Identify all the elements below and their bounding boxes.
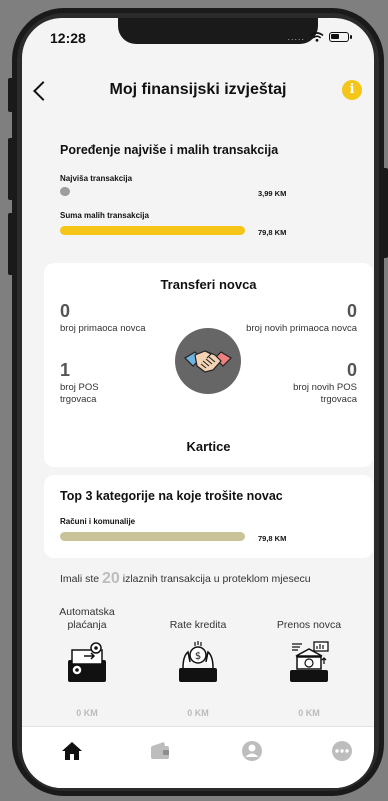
status-icons: ..... xyxy=(287,32,352,42)
new-pos-label: broj novih POS trgovaca xyxy=(293,382,357,405)
transfers-title: Transferi novca xyxy=(160,277,257,292)
wifi-icon xyxy=(310,32,324,42)
signal-dots: ..... xyxy=(287,32,305,42)
handshake-icon xyxy=(175,328,241,394)
highest-transaction-label: Najviša transakcija xyxy=(60,174,133,183)
recipients-count: 0 xyxy=(60,301,71,321)
automatic-payments-icon xyxy=(68,642,106,682)
new-recipients-label: broj novih primaoca novca xyxy=(246,323,357,334)
profile-icon[interactable] xyxy=(240,739,264,763)
outgoing-prefix: Imali ste xyxy=(60,573,100,585)
outgoing-summary: Imali ste 20 izlaznih transakcija u prot… xyxy=(60,570,311,588)
top3-item-label: Računi i komunalije xyxy=(60,517,136,526)
top3-card: Top 3 kategorije na koje trošite novac R… xyxy=(44,475,373,558)
power-button xyxy=(382,168,388,258)
status-time: 12:28 xyxy=(50,30,86,46)
app-screen: 12:28 ..... Moj finansijski izvještaj i … xyxy=(22,18,374,788)
new-pos-count: 0 xyxy=(346,360,357,380)
outgoing-suffix: izlaznih transakcija u proteklom mjesecu xyxy=(122,573,311,585)
comparison-title: Poređenje najviše i malih transakcija xyxy=(60,143,279,157)
category-automatic-payments[interactable]: Automatska plaćanja 0 KM xyxy=(42,598,132,718)
battery-icon xyxy=(329,32,349,42)
small-sum-label: Suma malih transakcija xyxy=(60,211,149,220)
bottom-navigation xyxy=(22,726,374,788)
top3-item-bar xyxy=(60,532,245,541)
battery-tip xyxy=(350,35,352,39)
category-amount: 0 KM xyxy=(298,708,320,718)
recipients-label: broj primaoca novca xyxy=(60,323,146,334)
cards-title[interactable]: Kartice xyxy=(44,439,373,454)
category-amount: 0 KM xyxy=(76,708,98,718)
category-amount: 0 KM xyxy=(187,708,209,718)
top3-title: Top 3 kategorije na koje trošite novac xyxy=(60,489,283,503)
highest-transaction-value: 3,99 KM xyxy=(258,189,287,198)
category-loan-installments[interactable]: Rate kredita $ 0 KM xyxy=(153,598,243,718)
page-title: Moj finansijski izvještaj xyxy=(109,81,287,98)
mute-switch xyxy=(8,78,14,112)
volume-up-button xyxy=(8,138,14,200)
wallet-icon[interactable] xyxy=(148,739,172,763)
category-title: Rate kredita xyxy=(169,619,227,631)
money-transfer-icon xyxy=(290,641,329,682)
highest-transaction-bar xyxy=(60,187,70,196)
top3-item-value: 79,8 KM xyxy=(258,534,287,543)
small-sum-bar xyxy=(60,226,245,235)
new-recipients-count: 0 xyxy=(346,301,357,321)
home-icon[interactable] xyxy=(60,739,84,763)
pos-count: 1 xyxy=(60,360,71,380)
category-title: Prenos novca xyxy=(276,619,342,631)
small-sum-value: 79,8 KM xyxy=(258,228,287,237)
transfers-card: Transferi novca 0 broj primaoca novca 0 … xyxy=(44,263,373,467)
volume-down-button xyxy=(8,213,14,275)
info-icon[interactable]: i xyxy=(342,80,362,100)
category-title: Automatska plaćanja xyxy=(59,606,115,631)
pos-label: broj POS trgovaca xyxy=(60,382,99,405)
category-money-transfer[interactable]: Prenos novca 0 KM xyxy=(264,598,354,718)
svg-text:$: $ xyxy=(195,651,201,662)
loan-installments-icon: $ xyxy=(179,641,217,682)
more-icon[interactable] xyxy=(330,739,354,763)
outgoing-count: 20 xyxy=(102,570,120,587)
header: Moj finansijski izvještaj i xyxy=(22,78,374,108)
